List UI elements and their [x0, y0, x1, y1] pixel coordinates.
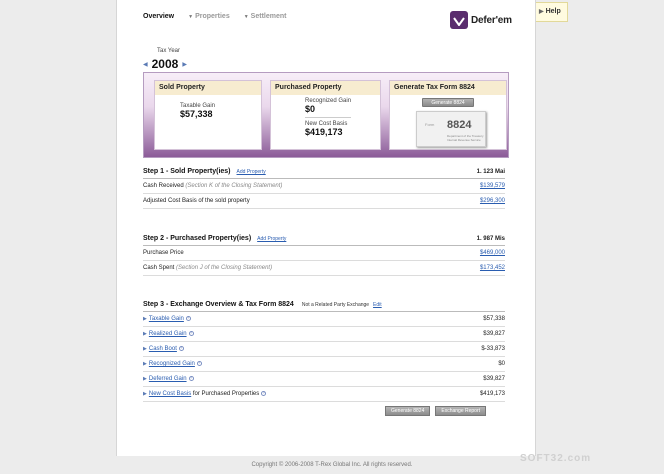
- watermark: SOFT32.com: [520, 453, 592, 464]
- recognized-gain-value: $0: [498, 361, 505, 367]
- exchange-report-button[interactable]: Exchange Report: [435, 406, 486, 416]
- generate-8824-button[interactable]: Generate 8824: [422, 98, 474, 107]
- purchased-property-name[interactable]: 1. 987 Mis: [477, 236, 505, 242]
- form-prefix: Form: [425, 122, 435, 127]
- step3-actions: Generate 8824 Exchange Report: [385, 406, 486, 416]
- sold-property-card[interactable]: Sold Property Taxable Gain $57,338: [154, 80, 262, 150]
- help-tab[interactable]: ▶ Help: [536, 2, 568, 22]
- expand-icon[interactable]: ▶: [143, 346, 147, 352]
- nav-properties[interactable]: ▼ Properties: [188, 13, 230, 20]
- card-title: Generate Tax Form 8824: [390, 81, 506, 95]
- help-icon[interactable]: ?: [261, 391, 267, 396]
- table-row[interactable]: ▶ Realized Gain? $39,827: [143, 327, 505, 342]
- help-icon[interactable]: ?: [188, 376, 194, 381]
- add-purchased-property-link[interactable]: Add Property: [257, 236, 286, 242]
- table-row[interactable]: ▶ Taxable Gain? $57,338: [143, 312, 505, 327]
- generate-8824-button[interactable]: Generate 8824: [385, 406, 431, 416]
- add-sold-property-link[interactable]: Add Property: [237, 169, 266, 175]
- step3-title: Step 3 - Exchange Overview & Tax Form 88…: [143, 301, 294, 308]
- table-row: Cash Spent (Section J of the Closing Sta…: [143, 261, 505, 276]
- new-cost-basis-value: $419,173: [305, 127, 343, 137]
- expand-icon[interactable]: ▶: [143, 331, 147, 337]
- purchased-property-card[interactable]: Purchased Property Recognized Gain $0 Ne…: [270, 80, 381, 150]
- cash-spent-value[interactable]: $173,452: [480, 265, 505, 271]
- nav-overview[interactable]: Overview: [143, 13, 174, 20]
- related-party-status: Not a Related Party Exchange: [301, 302, 370, 308]
- step1-title: Step 1 - Sold Property(ies): [143, 168, 231, 175]
- help-icon[interactable]: ?: [196, 361, 202, 366]
- purchase-price-value[interactable]: $469,000: [480, 250, 505, 256]
- expand-icon[interactable]: ▶: [143, 376, 147, 382]
- recognized-gain-value: $0: [305, 104, 316, 114]
- form-caption: Department of the Treasury Internal Reve…: [447, 134, 484, 142]
- help-icon[interactable]: ?: [178, 346, 184, 351]
- new-cost-basis-value: $419,173: [479, 391, 505, 397]
- prev-year-icon[interactable]: ◀: [143, 61, 148, 68]
- table-row: Purchase Price $469,000: [143, 246, 505, 261]
- chevron-down-icon: ▼: [188, 14, 194, 20]
- summary-panel: Sold Property Taxable Gain $57,338 Purch…: [143, 72, 509, 158]
- table-row: Adjusted Cost Basis of the sold property…: [143, 194, 505, 209]
- app-logo: Defer'em: [450, 11, 512, 29]
- next-year-icon[interactable]: ▶: [182, 61, 187, 68]
- top-nav: Overview ▼ Properties ▼ Settlement: [143, 13, 286, 20]
- step3-header: Step 3 - Exchange Overview & Tax Form 88…: [143, 301, 505, 312]
- tax-year-label: Tax Year: [157, 48, 181, 54]
- form-number: 8824: [447, 119, 472, 131]
- expand-icon[interactable]: ▶: [143, 316, 147, 322]
- tax-year-value: 2008: [151, 57, 179, 71]
- help-icon[interactable]: ?: [185, 316, 191, 321]
- expand-icon[interactable]: ▶: [143, 391, 147, 397]
- table-row[interactable]: ▶ Recognized Gain? $0: [143, 357, 505, 372]
- step3-section: Step 3 - Exchange Overview & Tax Form 88…: [143, 301, 505, 402]
- card-title: Purchased Property: [271, 81, 380, 95]
- logo-name: Defer'em: [471, 14, 512, 26]
- form-8824-preview: Form 8824 Department of the Treasury Int…: [416, 111, 486, 147]
- adjusted-cost-basis-value[interactable]: $296,300: [480, 198, 505, 204]
- logo-mark-icon: [450, 11, 468, 29]
- edit-link[interactable]: Edit: [373, 302, 382, 308]
- nav-settlement[interactable]: ▼ Settlement: [244, 13, 287, 20]
- expand-icon[interactable]: ▶: [143, 361, 147, 367]
- help-icon[interactable]: ?: [188, 331, 194, 336]
- cash-boot-value: $-33,873: [481, 346, 505, 352]
- sold-property-name[interactable]: 1. 123 Mai: [477, 169, 505, 175]
- taxable-gain-value: $57,338: [180, 109, 213, 119]
- step1-header: Step 1 - Sold Property(ies) Add Property …: [143, 168, 505, 179]
- step1-section: Step 1 - Sold Property(ies) Add Property …: [143, 168, 505, 209]
- step2-title: Step 2 - Purchased Property(ies): [143, 235, 252, 242]
- help-arrow-icon: ▶: [539, 9, 544, 15]
- table-row[interactable]: ▶ Cash Boot? $-33,873: [143, 342, 505, 357]
- step2-section: Step 2 - Purchased Property(ies) Add Prop…: [143, 235, 505, 276]
- chevron-down-icon: ▼: [243, 14, 249, 20]
- main-page: Overview ▼ Properties ▼ Settlement Defer'e…: [116, 0, 536, 456]
- card-title: Sold Property: [155, 81, 261, 95]
- generate-form-card: Generate Tax Form 8824 Generate 8824 For…: [389, 80, 507, 150]
- cash-received-value[interactable]: $139,579: [480, 183, 505, 189]
- table-row: Cash Received (Section K of the Closing …: [143, 179, 505, 194]
- step2-header: Step 2 - Purchased Property(ies) Add Prop…: [143, 235, 505, 246]
- deferred-gain-value: $39,827: [483, 376, 505, 382]
- tax-year-selector: ◀ 2008 ▶: [143, 57, 187, 71]
- table-row[interactable]: ▶ Deferred Gain? $39,827: [143, 372, 505, 387]
- taxable-gain-value: $57,338: [483, 316, 505, 322]
- table-row[interactable]: ▶ New Cost Basis for Purchased Properties…: [143, 387, 505, 402]
- realized-gain-value: $39,827: [483, 331, 505, 337]
